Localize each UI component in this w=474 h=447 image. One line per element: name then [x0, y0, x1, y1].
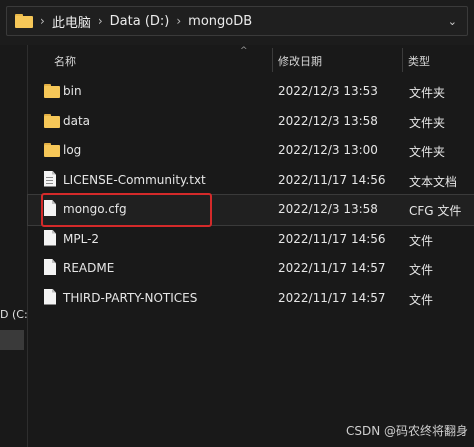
column-header-name[interactable]: 名称	[54, 53, 76, 69]
file-row-bin[interactable]: bin 2022/12/3 13:53 文件夹	[28, 77, 474, 107]
file-explorer-window: › 此电脑 › Data (D:) › mongoDB ⌄ D (C:) ^ 名…	[0, 0, 474, 447]
chevron-right-icon[interactable]: ›	[40, 14, 45, 28]
file-name: log	[63, 143, 82, 157]
nav-item-drive-c[interactable]: D (C:)	[0, 308, 27, 321]
file-type: 文件	[409, 263, 434, 277]
chevron-down-icon[interactable]: ⌄	[448, 15, 457, 28]
navigation-pane: D (C:)	[0, 45, 28, 447]
folder-icon	[44, 143, 60, 157]
file-type: 文件	[409, 292, 434, 307]
file-row-mpl-2[interactable]: MPL-2 2022/11/17 14:56 文件	[28, 225, 474, 255]
file-row-log[interactable]: log 2022/12/3 13:00 文件夹	[28, 136, 474, 166]
file-icon	[44, 229, 56, 246]
folder-icon	[44, 84, 60, 98]
column-divider[interactable]	[272, 48, 273, 72]
file-type: 文件夹	[409, 115, 446, 130]
file-type: 文件夹	[409, 145, 446, 159]
folder-icon	[15, 14, 33, 28]
text-file-icon	[44, 170, 56, 187]
file-row-readme[interactable]: README 2022/11/17 14:57 文件	[28, 254, 474, 284]
file-type: CFG 文件	[409, 204, 462, 218]
file-date: 2022/12/3 13:58	[278, 202, 378, 216]
file-row-third-party-notices[interactable]: THIRD-PARTY-NOTICES 2022/11/17 14:57 文件	[28, 284, 474, 314]
file-type: 文件夹	[409, 86, 446, 100]
file-row-license[interactable]: LICENSE-Community.txt 2022/11/17 14:56 文…	[28, 166, 474, 196]
file-type: 文件	[409, 233, 434, 248]
nav-selected-item[interactable]	[0, 330, 24, 350]
column-divider[interactable]	[402, 48, 403, 72]
breadcrumb-this-pc[interactable]: 此电脑	[52, 12, 91, 31]
file-date: 2022/12/3 13:53	[278, 84, 378, 98]
file-date: 2022/12/3 13:58	[278, 113, 378, 128]
file-name: LICENSE-Community.txt	[63, 172, 206, 187]
file-date: 2022/11/17 14:56	[278, 172, 386, 187]
address-bar: › 此电脑 › Data (D:) › mongoDB ⌄	[0, 0, 474, 45]
red-highlight-box	[41, 193, 212, 227]
file-type: 文本文档	[409, 174, 458, 189]
breadcrumb-mongodb[interactable]: mongoDB	[188, 14, 252, 29]
breadcrumb-drive-d[interactable]: Data (D:)	[110, 14, 170, 29]
file-name: data	[63, 113, 91, 128]
chevron-right-icon[interactable]: ›	[98, 14, 103, 28]
address-box[interactable]: › 此电脑 › Data (D:) › mongoDB ⌄	[6, 6, 468, 36]
file-icon	[44, 288, 56, 305]
file-date: 2022/11/17 14:56	[278, 231, 386, 246]
file-row-data[interactable]: data 2022/12/3 13:58 文件夹	[28, 107, 474, 137]
chevron-up-icon: ^	[240, 46, 248, 56]
file-icon	[44, 259, 56, 275]
file-name: MPL-2	[63, 231, 100, 246]
file-name: bin	[63, 84, 82, 98]
file-name: THIRD-PARTY-NOTICES	[63, 290, 198, 305]
file-name: README	[63, 261, 115, 275]
file-date: 2022/12/3 13:00	[278, 143, 378, 157]
column-header-date-modified[interactable]: 修改日期	[278, 53, 322, 69]
file-date: 2022/11/17 14:57	[278, 290, 386, 305]
chevron-right-icon[interactable]: ›	[176, 14, 181, 28]
column-header-row: ^ 名称 修改日期 类型	[28, 46, 474, 72]
file-date: 2022/11/17 14:57	[278, 261, 386, 275]
column-header-type[interactable]: 类型	[408, 53, 430, 69]
folder-icon	[44, 113, 60, 128]
watermark: CSDN @码农终将翻身	[345, 424, 468, 438]
